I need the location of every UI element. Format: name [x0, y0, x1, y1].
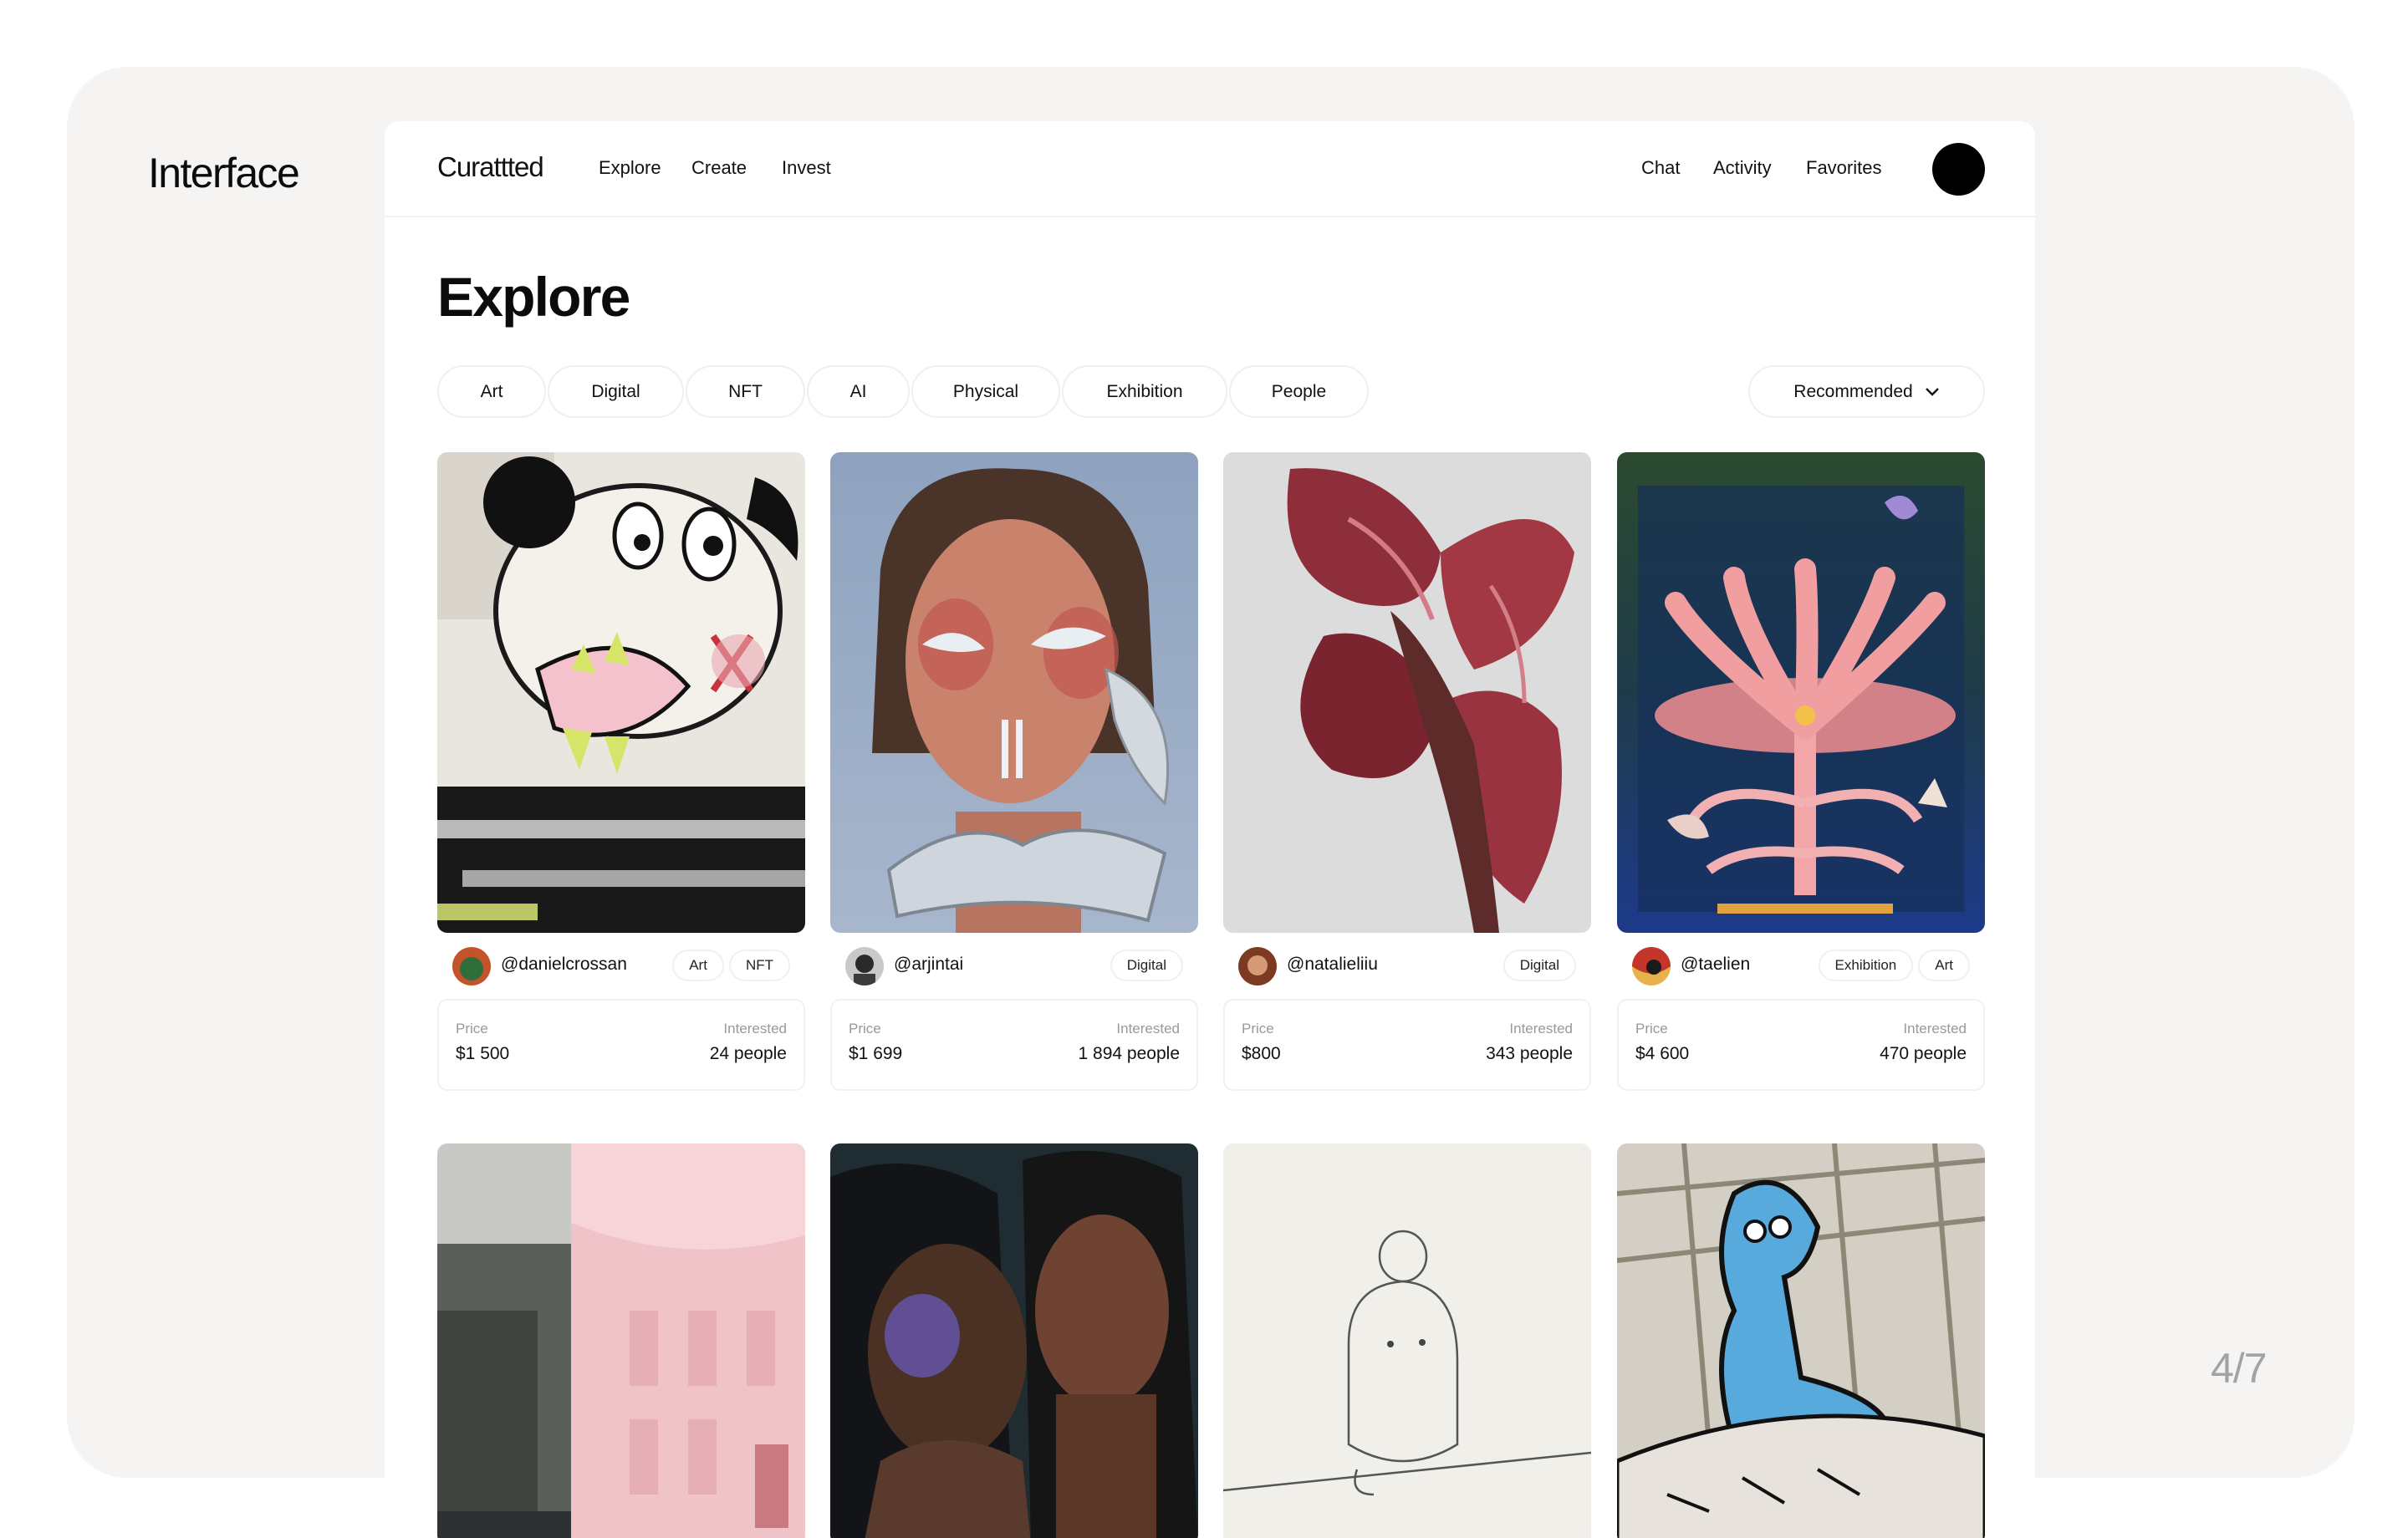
price-box: Price Interested $800 343 people: [1223, 999, 1591, 1091]
interested-value: 1 894 people: [1078, 1044, 1180, 1063]
top-navigation-bar: Curattted Explore Create Invest Chat Act…: [385, 121, 2035, 217]
app-window: Curattted Explore Create Invest Chat Act…: [385, 121, 2035, 1538]
filter-chip-art[interactable]: Art: [437, 365, 546, 418]
filter-chip-people[interactable]: People: [1229, 365, 1369, 418]
nav-activity[interactable]: Activity: [1713, 157, 1772, 179]
author-avatar[interactable]: [452, 947, 491, 985]
tag-nft[interactable]: NFT: [728, 950, 790, 981]
price-label: Price: [1242, 1021, 1274, 1036]
slide-page-counter: 4/7: [2211, 1345, 2268, 1392]
price-value: $1 699: [849, 1044, 903, 1063]
price-label: Price: [456, 1021, 488, 1036]
nav-favorites[interactable]: Favorites: [1806, 157, 1881, 179]
artwork-image[interactable]: [830, 452, 1198, 933]
price-box: Price Interested $1 699 1 894 people: [830, 999, 1198, 1091]
tag-exhibition[interactable]: Exhibition: [1818, 950, 1914, 981]
filter-chip-nft[interactable]: NFT: [686, 365, 805, 418]
interested-label: Interested: [1509, 1021, 1573, 1036]
tag-art[interactable]: Art: [672, 950, 724, 981]
price-label: Price: [1635, 1021, 1668, 1036]
tag-art[interactable]: Art: [1918, 950, 1970, 981]
slide-brand-title: Interface: [148, 150, 300, 196]
price-value: $4 600: [1635, 1044, 1690, 1063]
interested-value: 343 people: [1486, 1044, 1573, 1063]
price-box: Price Interested $1 500 24 people: [437, 999, 805, 1091]
artwork-image[interactable]: [830, 1143, 1198, 1538]
sort-dropdown[interactable]: Recommended: [1748, 365, 1985, 418]
interested-label: Interested: [723, 1021, 787, 1036]
tag-digital[interactable]: Digital: [1502, 950, 1576, 981]
filter-chip-physical[interactable]: Physical: [911, 365, 1060, 418]
author-avatar[interactable]: [1632, 947, 1671, 985]
artwork-image[interactable]: [437, 1143, 805, 1538]
nav-explore[interactable]: Explore: [599, 157, 661, 179]
price-value: $1 500: [456, 1044, 510, 1063]
artwork-image[interactable]: [437, 452, 805, 933]
filter-chip-exhibition[interactable]: Exhibition: [1062, 365, 1227, 418]
card-author-row: @natalieliiu Digital: [1223, 945, 1591, 986]
page-title: Explore: [437, 266, 630, 328]
price-label: Price: [849, 1021, 881, 1036]
interested-value: 24 people: [709, 1044, 787, 1063]
artwork-image[interactable]: [1617, 1143, 1985, 1538]
artwork-image[interactable]: [1617, 452, 1985, 933]
price-box: Price Interested $4 600 470 people: [1617, 999, 1985, 1091]
author-handle[interactable]: @taelien: [1681, 955, 1750, 975]
interested-value: 470 people: [1880, 1044, 1967, 1063]
artwork-image[interactable]: [1223, 452, 1591, 933]
interested-label: Interested: [1116, 1021, 1180, 1036]
sort-label: Recommended: [1793, 381, 1913, 401]
tag-digital[interactable]: Digital: [1110, 950, 1183, 981]
nav-invest[interactable]: Invest: [782, 157, 831, 179]
nav-create[interactable]: Create: [691, 157, 747, 179]
author-handle[interactable]: @natalieliiu: [1287, 955, 1378, 975]
interested-label: Interested: [1903, 1021, 1967, 1036]
author-handle[interactable]: @arjintai: [894, 955, 963, 975]
filter-chip-ai[interactable]: AI: [807, 365, 910, 418]
user-avatar[interactable]: [1932, 143, 1985, 196]
card-author-row: @taelien Exhibition Art: [1617, 945, 1985, 986]
app-logo[interactable]: Curattted: [437, 151, 544, 183]
artwork-image[interactable]: [1223, 1143, 1591, 1538]
author-handle[interactable]: @danielcrossan: [501, 955, 627, 975]
card-author-row: @danielcrossan Art NFT: [437, 945, 805, 986]
card-author-row: @arjintai Digital: [830, 945, 1198, 986]
author-avatar[interactable]: [1238, 947, 1277, 985]
chevron-down-icon: [1925, 387, 1939, 396]
nav-chat[interactable]: Chat: [1641, 157, 1680, 179]
author-avatar[interactable]: [845, 947, 884, 985]
filter-chip-digital[interactable]: Digital: [548, 365, 684, 418]
price-value: $800: [1242, 1044, 1281, 1063]
